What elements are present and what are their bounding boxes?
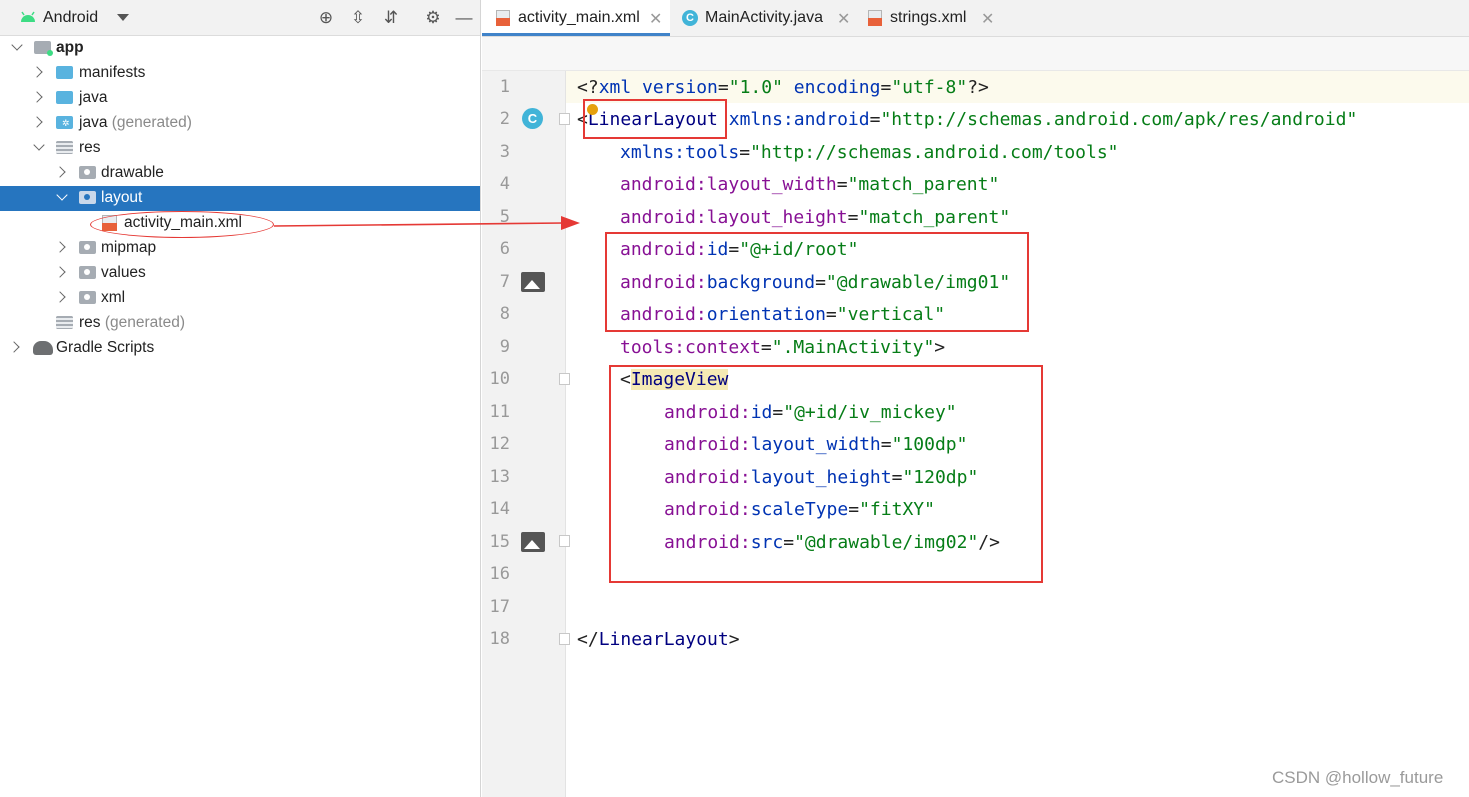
- line-number: 10: [489, 369, 510, 389]
- line-number: 12: [489, 434, 510, 454]
- tree-item-label: Gradle Scripts: [56, 339, 155, 356]
- fold-marker-icon[interactable]: [559, 535, 570, 547]
- editor-tab-bar: activity_main.xml ✕ C MainActivity.java …: [482, 0, 1469, 37]
- tree-item-label: xml: [101, 289, 126, 306]
- chevron-right-icon[interactable]: [54, 266, 66, 278]
- chevron-right-icon[interactable]: [8, 341, 20, 353]
- line-number: 11: [489, 402, 510, 422]
- editor-toolbar-strip: [482, 37, 1469, 71]
- tab-label: strings.xml: [890, 9, 967, 26]
- annotation-box-linearlayout: [583, 99, 727, 139]
- tree-item-gradle-scripts[interactable]: Gradle Scripts: [0, 336, 480, 361]
- close-icon[interactable]: ✕: [649, 9, 662, 29]
- line-number: 16: [489, 564, 510, 584]
- tree-item-values[interactable]: values: [0, 261, 480, 286]
- tab-main-activity-java[interactable]: C MainActivity.java ✕: [672, 0, 852, 36]
- line-number: 18: [489, 629, 510, 649]
- class-icon: C: [682, 10, 698, 26]
- line-number: 8: [499, 304, 510, 324]
- code-line-1: <?xml version="1.0" encoding="utf-8"?>: [577, 77, 989, 98]
- annotation-arrow: [273, 216, 580, 230]
- tree-item-xml[interactable]: xml: [0, 286, 480, 311]
- resources-folder-icon: [56, 316, 73, 329]
- annotation-box-imageview: [609, 365, 1043, 583]
- generated-suffix: (generated): [104, 314, 185, 331]
- image-preview-icon[interactable]: [521, 272, 545, 292]
- line-number: 7: [499, 272, 510, 292]
- code-line-9: tools:context=".MainActivity">: [620, 337, 946, 358]
- fold-marker-icon[interactable]: [559, 633, 570, 645]
- line-number: 17: [489, 597, 510, 617]
- xml-file-icon: [868, 10, 882, 26]
- code-line-4: android:layout_width="match_parent": [620, 174, 1000, 195]
- close-icon[interactable]: ✕: [837, 9, 850, 29]
- line-number: 15: [489, 532, 510, 552]
- line-number: 13: [489, 467, 510, 487]
- close-icon[interactable]: ✕: [981, 9, 994, 29]
- tree-item-label: values: [101, 264, 146, 281]
- tree-item-res-generated[interactable]: res (generated): [0, 311, 480, 336]
- annotation-box-root-attributes: [605, 232, 1029, 332]
- tab-strings-xml[interactable]: strings.xml ✕: [864, 0, 1004, 36]
- fold-marker-icon[interactable]: [559, 373, 570, 385]
- code-line-5: android:layout_height="match_parent": [620, 207, 1011, 228]
- code-line-3: xmlns:tools="http://schemas.android.com/…: [620, 142, 1119, 163]
- chevron-right-icon[interactable]: [54, 291, 66, 303]
- tab-label: MainActivity.java: [705, 9, 823, 26]
- folder-icon: [79, 291, 96, 304]
- gradle-elephant-icon: [33, 341, 53, 355]
- watermark: CSDN @hollow_future: [1272, 768, 1444, 787]
- line-number: 14: [489, 499, 510, 519]
- image-preview-icon[interactable]: [521, 532, 545, 552]
- code-line-18: </LinearLayout>: [577, 629, 740, 650]
- folder-icon: [79, 266, 96, 279]
- tree-item-label: res: [79, 314, 101, 331]
- line-number: 9: [499, 337, 510, 357]
